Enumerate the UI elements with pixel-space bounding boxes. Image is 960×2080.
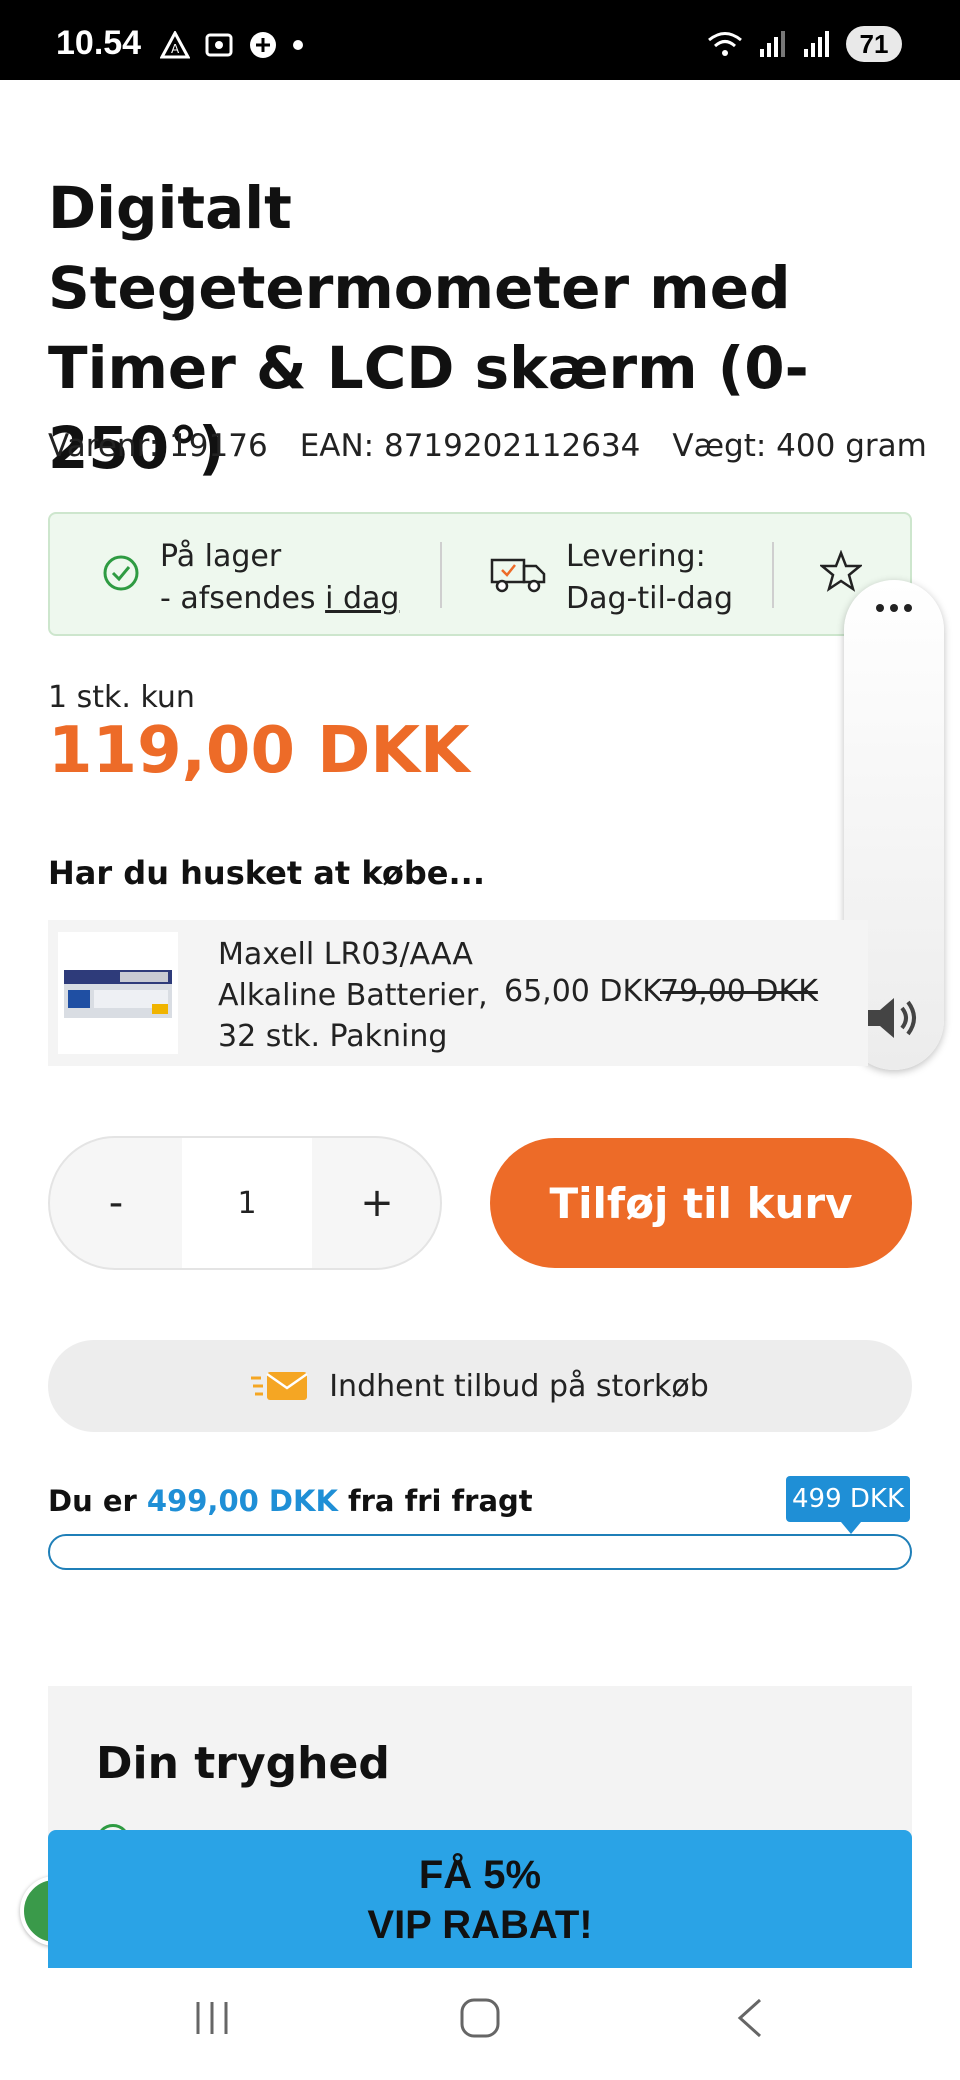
status-system-icons: 71 [706,26,902,62]
dispatch-line: - afsendes i dag [160,578,399,620]
freight-threshold-badge: 499 DKK [786,1476,910,1534]
product-price: 119,00 DKK [48,714,470,788]
product-sku: Varenr: 19176 [48,428,268,464]
upsell-heading: Har du husket at købe... [48,854,485,892]
recent-apps-icon[interactable] [192,1996,232,2040]
check-circle-icon [103,555,139,591]
battery-indicator: 71 [846,26,902,62]
stock-status: På lager - afsendes i dag [160,536,399,620]
product-meta: Varenr: 19176 EAN: 8719202112634 Vægt: 4… [48,428,927,464]
bulk-offer-label: Indhent tilbud på storkøb [329,1368,709,1404]
upsell-price: 65,00 DKK [504,974,662,1009]
dispatch-prefix: - afsendes [160,581,326,616]
vip-line-2: VIP RABAT! [367,1903,593,1947]
star-icon [820,550,862,592]
home-icon[interactable] [458,1996,502,2040]
freight-amount: 499,00 DKK [146,1484,338,1518]
status-notification-icons: A [160,30,304,60]
svg-text:A: A [171,42,180,56]
dot-icon [293,40,303,50]
delivery-value: Dag-til-dag [566,581,734,616]
increase-quantity-button[interactable]: + [312,1138,440,1268]
price-qty-label: 1 stk. kun [48,680,195,715]
quantity-input[interactable]: 1 [182,1138,312,1268]
vip-discount-banner[interactable]: FÅ 5% VIP RABAT! [48,1830,912,1970]
free-freight-text: Du er 499,00 DKK fra fri fragt [48,1484,533,1518]
freight-prefix: Du er [48,1484,147,1518]
delivery-label: Levering: [566,539,706,574]
alert-triangle-icon: A [160,31,190,59]
signal-icon-2 [804,31,829,57]
envelope-icon [251,1372,308,1400]
delivery-truck-icon [490,558,546,593]
bulk-offer-button[interactable]: Indhent tilbud på storkøb [48,1340,912,1432]
info-divider [440,542,442,608]
delivery-info: Levering: Dag-til-dag [566,536,733,620]
decrease-quantity-button[interactable]: - [50,1138,182,1268]
back-icon[interactable] [730,1996,770,2040]
upsell-product-name: Maxell LR03/AAA Alkaline Batterier, 32 s… [218,934,498,1057]
upsell-name-line: Alkaline Batterier, [218,978,488,1013]
product-ean: EAN: 8719202112634 [299,428,641,464]
upsell-name-line: 32 stk. Pakning [218,1019,448,1054]
dispatch-today-link[interactable]: i dag [325,581,399,616]
upsell-item[interactable]: Maxell LR03/AAA Alkaline Batterier, 32 s… [48,920,868,1066]
info-divider [772,542,774,608]
vip-line-1: FÅ 5% [418,1853,542,1897]
screenshot-icon [205,33,233,57]
status-bar: 10.54 A 71 [0,0,960,80]
freight-suffix: fra fri fragt [337,1484,533,1518]
stock-delivery-info: På lager - afsendes i dag Levering: Dag-… [48,512,912,636]
upsell-old-price: 79,00 DKK [660,974,818,1009]
upsell-product-image [58,932,178,1054]
volume-icon[interactable] [862,990,926,1046]
signal-icon-1 [760,31,785,57]
product-weight: Vægt: 400 gram [672,428,927,464]
system-navigation-bar [0,1968,960,2080]
more-options-icon[interactable] [874,602,914,614]
add-to-cart-button[interactable]: Tilføj til kurv [490,1138,912,1268]
safety-heading: Din tryghed [96,1738,390,1789]
quantity-stepper: - 1 + [48,1136,442,1270]
freight-progress-bar [48,1534,912,1570]
add-app-icon [250,32,276,58]
stock-label: På lager [160,539,282,574]
battery-pack-image [64,970,172,1018]
upsell-name-line: Maxell LR03/AAA [218,937,473,972]
wifi-icon [708,32,742,56]
status-time: 10.54 [56,24,142,62]
